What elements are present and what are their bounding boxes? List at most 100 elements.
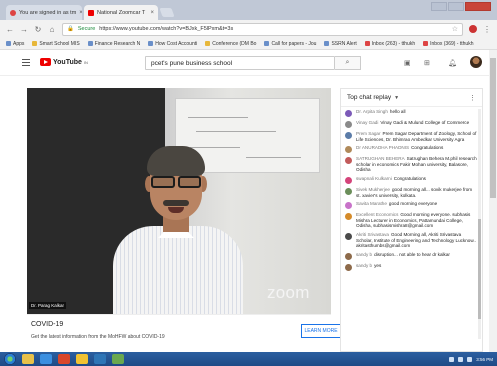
url-input[interactable]: 🔒 Secure https://www.youtube.com/watch?v… bbox=[62, 22, 463, 36]
youtube-logo[interactable]: YouTube IN bbox=[40, 58, 88, 66]
bookmark-item[interactable]: Call for papers - Jou bbox=[264, 41, 316, 47]
chat-author[interactable]: sandy b bbox=[356, 252, 372, 257]
start-button[interactable] bbox=[4, 353, 16, 365]
chat-text: Vinay Gadi & Mulund College of Commerce bbox=[380, 120, 470, 125]
chat-author[interactable]: Vinay Gadi bbox=[356, 120, 378, 125]
bookmark-star-icon[interactable]: ☆ bbox=[452, 25, 458, 33]
covid-info-panel: COVID-19 Get the latest information from… bbox=[27, 314, 341, 344]
bookmark-item[interactable]: SSRN Alert bbox=[324, 41, 357, 47]
tab-youtube[interactable]: National Zoomcar T × bbox=[84, 5, 158, 20]
chat-message: SATRUGHAN BEHERA Satrughan Behera M.phil … bbox=[345, 156, 478, 173]
chat-avatar[interactable] bbox=[345, 121, 352, 128]
word-icon[interactable] bbox=[94, 354, 106, 364]
chat-author[interactable]: swapnali Kulkarni bbox=[356, 176, 392, 181]
account-avatar[interactable] bbox=[470, 56, 482, 68]
chat-avatar[interactable] bbox=[345, 132, 352, 139]
chat-avatar[interactable] bbox=[345, 146, 352, 154]
volume-icon[interactable] bbox=[458, 356, 464, 362]
chat-scrollbar[interactable] bbox=[478, 109, 481, 339]
bookmark-icon bbox=[264, 41, 270, 46]
bookmark-item[interactable]: Inbox (263) - tthukh bbox=[364, 41, 415, 47]
chat-author[interactable]: Akriti Srivastava bbox=[356, 232, 389, 237]
video-player[interactable]: zoom Dr. Parag Kalkar bbox=[27, 88, 331, 314]
bookmark-item[interactable]: Finance Research N bbox=[87, 41, 140, 47]
chat-author[interactable]: Prem Sagar bbox=[356, 131, 381, 136]
secure-label: Secure bbox=[77, 26, 96, 32]
bookmark-item[interactable]: Inbox (369) - tthukh bbox=[423, 41, 473, 47]
bookmark-item[interactable]: Conference (DM Bo bbox=[205, 41, 256, 47]
chat-text: Congratulations bbox=[411, 145, 444, 151]
chat-message-body: Prem Sagar Prem Sagar Department of Zoolo… bbox=[356, 131, 478, 142]
chat-message: Vinay Gadi Vinay Gadi & Mulund College of… bbox=[345, 120, 478, 128]
search-input[interactable]: pcet's pune business school bbox=[145, 56, 335, 70]
chat-message-body: Dr. Arpita Singh hello all bbox=[356, 109, 406, 117]
home-icon[interactable]: ⌂ bbox=[48, 25, 56, 34]
close-icon[interactable]: × bbox=[79, 10, 82, 16]
file-explorer-icon[interactable] bbox=[22, 354, 34, 364]
chat-avatar[interactable] bbox=[345, 110, 352, 117]
speaker-name-tag: Dr. Parag Kalkar bbox=[29, 302, 67, 309]
info-title: COVID-19 bbox=[31, 321, 64, 328]
chat-author[interactable]: Sivek Mukherjee bbox=[356, 187, 390, 192]
clock[interactable]: 3:56 PM bbox=[476, 357, 493, 362]
network-icon[interactable] bbox=[449, 356, 455, 362]
bookmark-icon bbox=[324, 41, 330, 46]
bookmark-icon bbox=[87, 41, 93, 46]
chat-message: Excellent Economics Good morning everyone… bbox=[345, 212, 478, 229]
chat-author[interactable]: Excellent Economics bbox=[356, 212, 398, 217]
chat-author[interactable]: sandy b bbox=[356, 263, 372, 268]
hamburger-menu-icon[interactable] bbox=[22, 59, 30, 66]
close-icon[interactable]: × bbox=[150, 10, 154, 16]
notifications-bell-icon[interactable]: 🔔︎ bbox=[448, 59, 457, 67]
bookmark-apps[interactable]: Apps bbox=[6, 41, 24, 47]
bookmark-item[interactable]: Smart School MIS bbox=[32, 41, 80, 47]
chat-message-body: swapnali Kulkarni Congratulations bbox=[356, 176, 426, 184]
reload-icon[interactable]: ↻ bbox=[34, 25, 42, 34]
apps-grid-icon[interactable]: ⊞ bbox=[424, 59, 430, 67]
gmail-icon bbox=[423, 41, 429, 46]
tab-gmail[interactable]: You are signed in as tm × bbox=[6, 5, 82, 20]
gmail-icon bbox=[364, 41, 370, 46]
windows-taskbar: 3:56 PM bbox=[0, 352, 497, 366]
zoom-watermark: zoom bbox=[267, 283, 310, 302]
ie-icon[interactable] bbox=[40, 354, 52, 364]
maximize-button[interactable] bbox=[448, 2, 464, 11]
media-player-icon[interactable] bbox=[58, 354, 70, 364]
chat-author[interactable]: Dr ANURADHA PHADNIS bbox=[356, 145, 409, 150]
minimize-button[interactable] bbox=[431, 2, 447, 11]
learn-more-button[interactable]: LEARN MORE bbox=[301, 324, 341, 338]
chat-avatar[interactable] bbox=[345, 187, 352, 195]
browser-menu-icon[interactable]: ⋮ bbox=[483, 25, 491, 34]
chat-avatar[interactable] bbox=[345, 263, 352, 271]
chat-author[interactable]: Savita Marathe bbox=[356, 201, 387, 206]
window-close-button[interactable] bbox=[465, 2, 491, 11]
create-video-icon[interactable]: ▣ bbox=[404, 59, 411, 67]
info-subtitle: Get the latest information from the MoHF… bbox=[31, 334, 165, 340]
more-options-icon[interactable]: ⋮ bbox=[469, 94, 476, 102]
page-scrollbar[interactable] bbox=[489, 50, 497, 352]
search-button[interactable]: ⌕ bbox=[335, 56, 361, 70]
back-icon[interactable]: ← bbox=[6, 25, 14, 34]
forward-icon[interactable]: → bbox=[20, 25, 28, 34]
bookmark-item[interactable]: How Cost Accounti bbox=[148, 41, 197, 47]
chat-author[interactable]: Dr. Arpita Singh bbox=[356, 109, 388, 114]
battery-icon[interactable] bbox=[467, 356, 473, 362]
chat-avatar[interactable] bbox=[345, 252, 352, 260]
youtube-play-icon bbox=[40, 58, 51, 66]
new-tab-button[interactable] bbox=[159, 8, 175, 17]
chat-avatar[interactable] bbox=[345, 232, 352, 240]
youtube-header: YouTube IN pcet's pune business school ⌕… bbox=[0, 50, 497, 76]
chat-avatar[interactable] bbox=[345, 176, 352, 184]
chat-avatar[interactable] bbox=[345, 213, 352, 221]
app-icon[interactable] bbox=[112, 354, 124, 364]
chat-message-body: SATRUGHAN BEHERA Satrughan Behera M.phil … bbox=[356, 156, 478, 173]
chevron-down-icon[interactable]: ▼ bbox=[394, 95, 399, 101]
chat-mode-dropdown[interactable]: Top chat replay bbox=[347, 94, 391, 101]
extension-icon[interactable] bbox=[469, 25, 477, 33]
chat-avatar[interactable] bbox=[345, 202, 352, 210]
chat-avatar[interactable] bbox=[345, 157, 352, 165]
chat-author[interactable]: SATRUGHAN BEHERA bbox=[356, 156, 405, 161]
chrome-icon[interactable] bbox=[76, 354, 88, 364]
url-text: https://www.youtube.com/watch?v=BJxk_F5l… bbox=[99, 26, 234, 32]
chat-message: sandy b yes bbox=[345, 263, 478, 271]
